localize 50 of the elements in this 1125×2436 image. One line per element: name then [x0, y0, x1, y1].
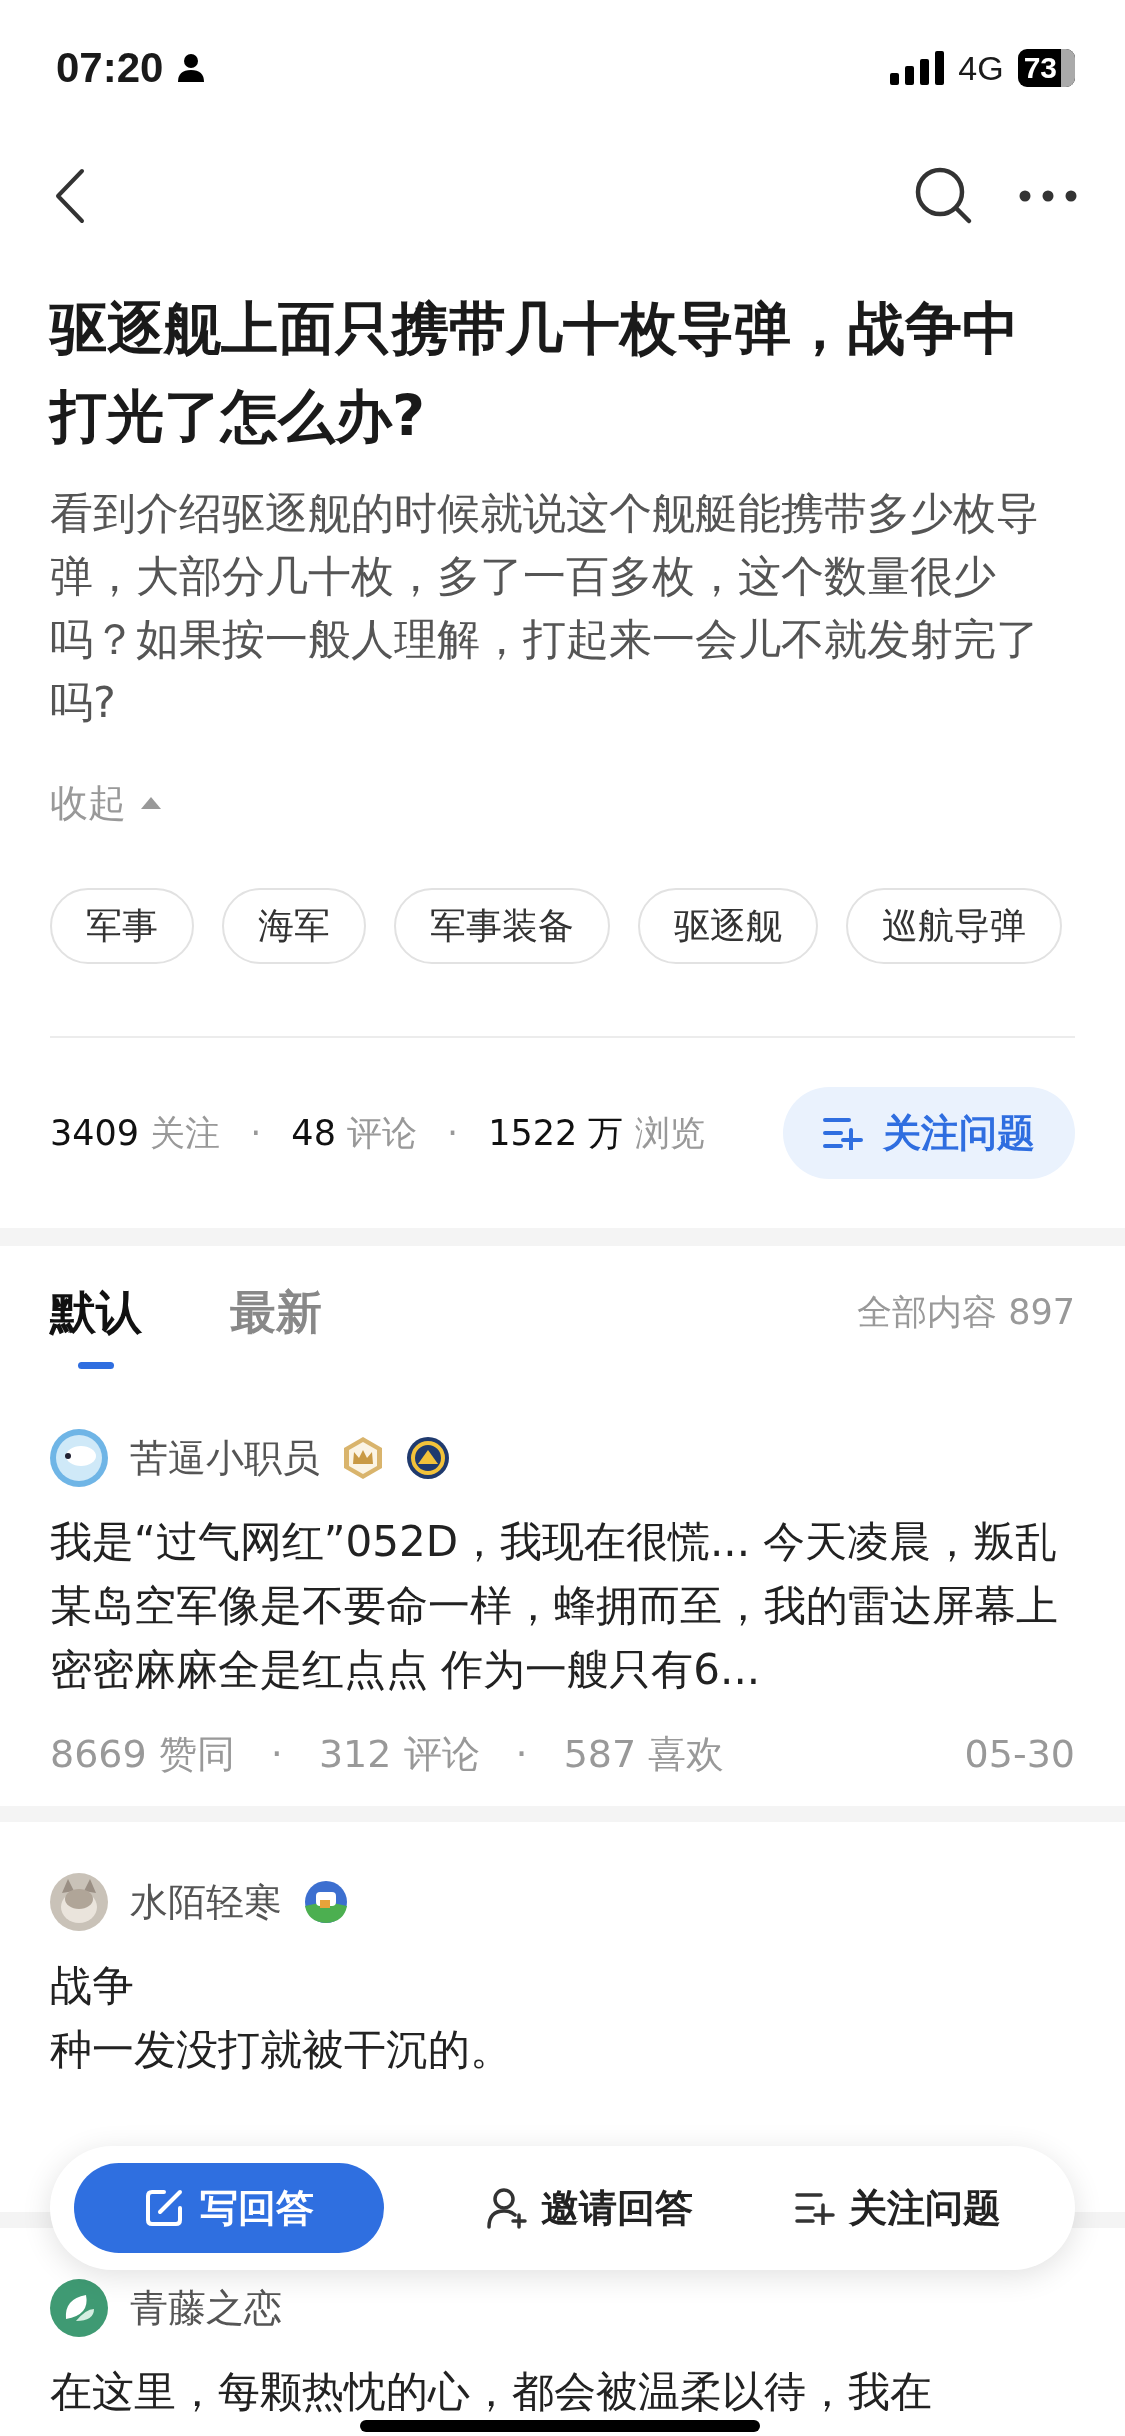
person-add-icon	[486, 2187, 527, 2229]
signal-icon	[890, 51, 945, 85]
author-name[interactable]: 水陌轻寒	[130, 1876, 282, 1928]
separator-dot: ·	[515, 1732, 528, 1776]
search-icon[interactable]	[915, 167, 973, 225]
sort-tab[interactable]: 最新	[230, 1255, 322, 1369]
crown-badge-icon	[342, 1436, 384, 1480]
avatar[interactable]	[50, 2279, 108, 2337]
answer-excerpt[interactable]: 我是“过气网红”052D，我现在很慌... 今天凌晨，叛乱某岛空军像是不要命一样，蜂拥而至，我的雷达屏幕上密密麻麻全是红点点 作为一艘只有6...	[50, 1510, 1075, 1702]
follow-button[interactable]: 关注问题	[783, 1087, 1075, 1179]
question-title: 驱逐舰上面只携带几十枚导弹，战争中打光了怎么办?	[50, 294, 1020, 451]
topic-tag[interactable]: 海军	[222, 888, 366, 964]
stat-text: 8669 赞同	[50, 1730, 235, 1778]
battery-indicator: 73	[1017, 49, 1075, 87]
stat-text: 587 喜欢	[563, 1730, 725, 1778]
stat-text: 1522 万 浏览	[488, 1111, 705, 1155]
answer-excerpt[interactable]: 在这里，每颗热忱的心，都会被温柔以待，我在	[50, 2360, 1075, 2424]
invite-answer-button[interactable]: 邀请回答	[486, 2168, 693, 2248]
network-label: 4G	[958, 48, 1004, 88]
sort-tab[interactable]: 默认	[50, 1255, 142, 1369]
follow-question-button[interactable]: 关注问题	[795, 2168, 1001, 2248]
more-icon[interactable]	[1019, 190, 1077, 202]
separator-dot: ·	[250, 1113, 262, 1153]
answer-excerpt[interactable]: 种一发没打就被干沉的。	[50, 2018, 1075, 2082]
topic-tag[interactable]: 军事	[50, 888, 194, 964]
back-icon[interactable]	[54, 168, 86, 224]
stat-text: 312 评论	[318, 1730, 480, 1778]
write-answer-button[interactable]: 写回答	[74, 2163, 384, 2253]
author-name[interactable]: 苦逼小职员	[130, 1432, 320, 1484]
stat-text: 3409 关注	[50, 1111, 221, 1155]
topic-tag[interactable]: 驱逐舰	[638, 888, 818, 964]
separator-dot: ·	[270, 1732, 283, 1776]
author-name[interactable]: 青藤之恋	[130, 2282, 282, 2334]
topic-tag[interactable]: 军事装备	[394, 888, 610, 964]
person-icon	[177, 53, 206, 83]
answer-excerpt[interactable]: 战争	[50, 1954, 1075, 2018]
avatar[interactable]	[50, 1873, 108, 1931]
mascot-badge-icon	[304, 1880, 348, 1924]
follow-icon	[823, 1116, 863, 1150]
question-description: 看到介绍驱逐舰的时候就说这个舰艇能携带多少枚导弹，大部分几十枚，多了一百多枚，这个数量很少吗？如果按一般人理解，打起来一会儿不就发射完了吗?	[50, 487, 1040, 729]
stat-text: 48 评论	[291, 1111, 418, 1155]
follow-icon	[795, 2191, 835, 2225]
emblem-badge-icon	[406, 1436, 450, 1480]
total-count: 全部内容 897	[857, 1290, 1075, 1334]
status-time: 07:20	[56, 44, 164, 92]
separator-dot: ·	[447, 1113, 459, 1153]
caret-icon	[140, 796, 162, 810]
topic-tag[interactable]: 巡航导弹	[846, 888, 1062, 964]
answer-date: 05-30	[964, 1732, 1075, 1776]
edit-icon	[144, 2188, 184, 2228]
